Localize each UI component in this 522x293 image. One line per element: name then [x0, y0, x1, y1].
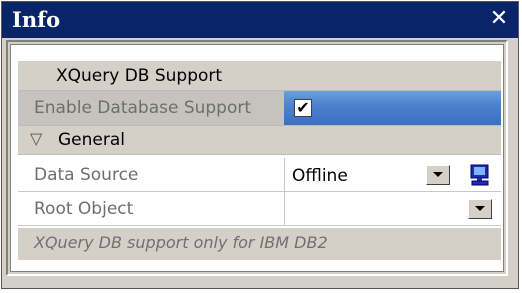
- window-title: Info: [12, 7, 61, 32]
- enable-database-support-checkbox[interactable]: ✔: [294, 99, 312, 117]
- enable-database-support-label: Enable Database Support: [34, 98, 252, 118]
- dropdown-arrow-icon: [433, 172, 443, 177]
- group-general-label: General: [58, 130, 125, 150]
- enable-database-support-row[interactable]: Enable Database Support ✔: [18, 91, 501, 125]
- info-note-row: XQuery DB support only for IBM DB2: [18, 228, 501, 260]
- root-object-row[interactable]: Root Object: [18, 192, 501, 226]
- column-divider: [284, 192, 285, 225]
- database-connection-icon[interactable]: [468, 163, 492, 187]
- enable-database-support-value[interactable]: ✔: [284, 91, 501, 125]
- group-general[interactable]: ▽ General: [18, 125, 501, 155]
- root-object-dropdown-button[interactable]: [468, 199, 492, 219]
- section-header: XQuery DB Support: [18, 61, 501, 91]
- data-source-label: Data Source: [34, 165, 139, 185]
- data-source-value[interactable]: Offline: [292, 166, 348, 186]
- section-header-label: XQuery DB Support: [56, 66, 223, 86]
- info-note: XQuery DB support only for IBM DB2: [34, 233, 328, 252]
- root-object-label: Root Object: [34, 199, 134, 219]
- column-divider: [284, 158, 285, 191]
- title-bar[interactable]: Info ✕: [2, 2, 518, 38]
- collapse-toggle-icon[interactable]: ▽: [30, 129, 42, 148]
- data-source-row[interactable]: Data Source Offline: [18, 158, 501, 192]
- data-source-dropdown-button[interactable]: [426, 165, 450, 185]
- dropdown-arrow-icon: [475, 206, 485, 211]
- checkmark-icon: ✔: [296, 98, 310, 117]
- close-icon[interactable]: ✕: [486, 6, 512, 32]
